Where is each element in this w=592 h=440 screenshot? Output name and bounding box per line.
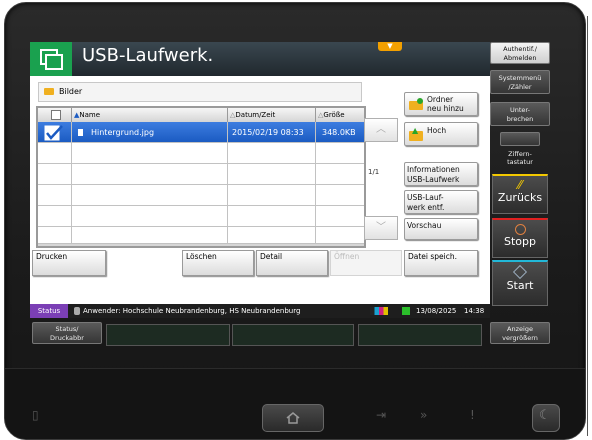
save-file-button[interactable]: Datei speich. — [404, 250, 478, 276]
dropdown-tab[interactable]: ▼ — [378, 42, 402, 51]
up-arrow-icon: ▲ — [412, 126, 419, 135]
detail-button[interactable]: Detail — [256, 250, 328, 276]
table-row[interactable] — [38, 227, 364, 244]
folder-icon — [44, 88, 54, 95]
open-button[interactable]: Öffnen — [330, 250, 402, 276]
table-row[interactable] — [38, 185, 364, 206]
usb-folder-icon — [30, 42, 72, 76]
system-menu-button[interactable]: Systemmenü/Zähler — [490, 70, 550, 94]
status-date: 13/08/2025 — [416, 307, 457, 315]
status-bar: Status Anwender: Hochschule Neubrandenbu… — [30, 304, 490, 318]
table-header: ▲Name △Datum/Zeit △Größe — [38, 108, 364, 123]
login-icon: ⇥ — [376, 408, 387, 422]
alert-icon: ! — [470, 408, 475, 422]
page-title: USB-Laufwerk. — [82, 45, 214, 66]
user-icon — [74, 307, 80, 315]
stop-icon — [514, 224, 526, 235]
preview-button[interactable]: Vorschau — [404, 218, 478, 240]
moon-icon: ☾ — [539, 408, 551, 423]
usb-info-button[interactable]: Informationen USB-Laufwerk — [404, 162, 478, 186]
user-info: Anwender: Hochschule Neubrandenburg, HS … — [83, 307, 301, 315]
home-button[interactable] — [262, 404, 324, 432]
status-job-cancel-button[interactable]: Status/Druckabbr — [32, 322, 102, 344]
frame-edge — [587, 16, 588, 436]
page-indicator: 1/1 — [368, 168, 380, 176]
status-label: Status — [30, 304, 68, 318]
network-icon — [402, 307, 410, 315]
numpad-button[interactable] — [500, 132, 540, 146]
back-icon: ⁄⁄ — [517, 178, 522, 192]
main-content: Bilder ▲Name △Datum/Zeit △Größe Hintergr… — [30, 76, 490, 304]
column-header-date[interactable]: △Datum/Zeit — [228, 108, 316, 122]
up-button[interactable]: ▲ Hoch — [404, 122, 478, 146]
file-date: 2015/02/19 08:33 — [228, 122, 316, 143]
stop-button[interactable]: Stopp — [492, 218, 548, 258]
print-button[interactable]: Drucken — [32, 250, 106, 276]
display-zoom-button[interactable]: Anzeige vergrößern — [490, 322, 550, 344]
interrupt-button[interactable]: Unter-brechen — [490, 102, 550, 126]
pager: ︿ 1/1 ﹀ — [364, 106, 400, 244]
soft-key-1[interactable] — [106, 324, 230, 346]
scroll-up-button[interactable]: ︿ — [364, 118, 398, 142]
nfc-icon: ▯ — [32, 408, 39, 422]
column-header-name[interactable]: ▲Name — [72, 108, 228, 122]
toner-icon — [370, 307, 388, 315]
status-time: 14:38 — [464, 307, 485, 315]
table-row[interactable]: Hintergrund.jpg 2015/02/19 08:33 348.0KB — [38, 122, 364, 143]
column-header-size[interactable]: △Größe — [316, 108, 364, 122]
file-icon — [78, 129, 83, 136]
breadcrumb: Bilder — [38, 82, 362, 102]
file-list: ▲Name △Datum/Zeit △Größe Hintergrund.jpg… — [36, 106, 366, 248]
soft-key-2[interactable] — [232, 324, 354, 346]
auth-logout-button[interactable]: Authentif./Abmelden — [490, 42, 550, 64]
table-row[interactable] — [38, 143, 364, 164]
select-all-checkbox[interactable] — [38, 108, 72, 122]
title-bar: USB-Laufwerk. ▼ — [30, 42, 490, 76]
delete-button[interactable]: Löschen — [182, 250, 254, 276]
start-button[interactable]: Start — [492, 260, 548, 306]
scroll-down-button[interactable]: ﹀ — [364, 216, 398, 240]
new-folder-icon — [417, 98, 423, 104]
back-button[interactable]: ⁄⁄ Zurücks — [492, 174, 548, 214]
soft-key-3[interactable] — [358, 324, 482, 346]
file-size: 348.0KB — [322, 128, 356, 137]
row-checkbox[interactable] — [38, 122, 72, 143]
file-name: Hintergrund.jpg — [91, 128, 155, 137]
touch-screen: USB-Laufwerk. ▼ Bilder ▲Name △Datum/Zeit… — [30, 42, 490, 318]
breadcrumb-folder: Bilder — [59, 87, 83, 96]
data-icon: » — [420, 408, 428, 422]
home-icon — [286, 412, 300, 424]
remove-usb-button[interactable]: USB-Lauf-werk entf. — [404, 190, 478, 214]
new-folder-button[interactable]: Ordner neu hinzu — [404, 92, 478, 116]
table-row[interactable] — [38, 164, 364, 185]
power-save-button[interactable]: ☾ — [532, 404, 560, 432]
table-row[interactable] — [38, 206, 364, 227]
start-icon — [512, 264, 528, 280]
numpad-label: Ziffern-tastatur — [507, 150, 533, 166]
